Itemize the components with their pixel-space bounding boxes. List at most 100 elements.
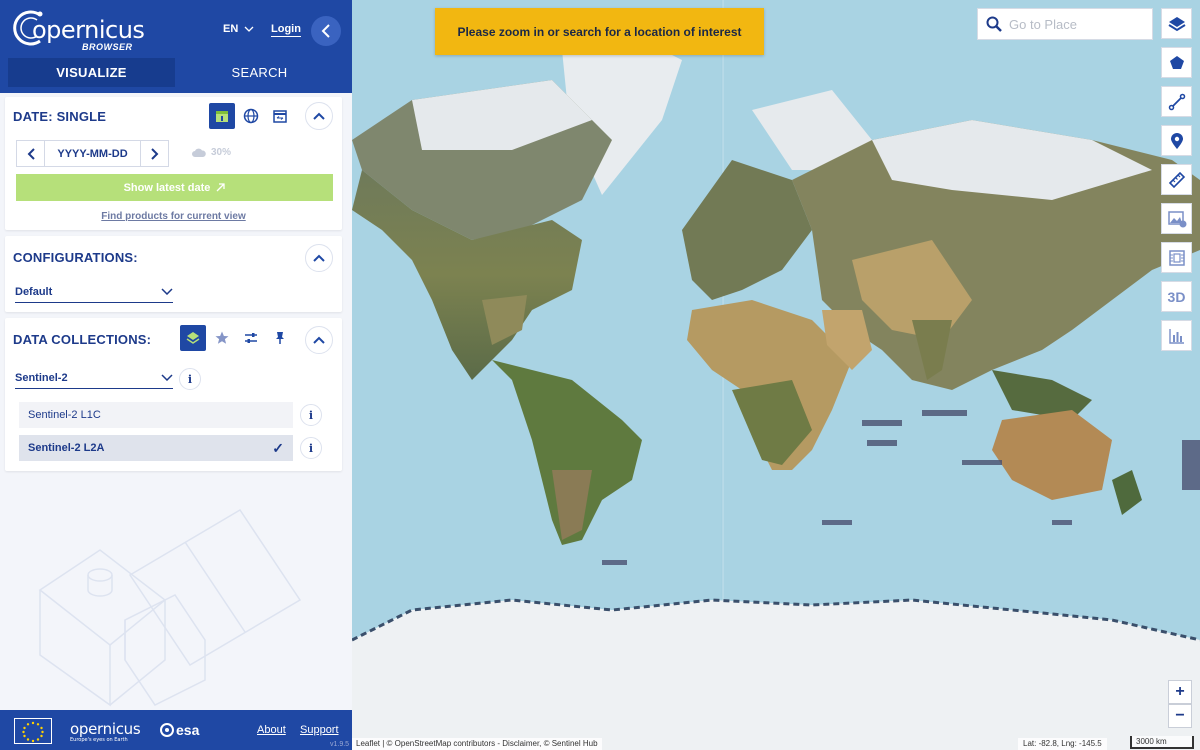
chevron-up-icon — [313, 112, 325, 120]
pin-icon — [1170, 132, 1183, 149]
collections-layers-button[interactable] — [180, 325, 206, 351]
satellite-illustration — [38, 508, 302, 707]
cloud-coverage-value: 30% — [211, 147, 232, 158]
3d-view-button[interactable]: 3D — [1161, 281, 1192, 312]
chevron-down-icon — [161, 374, 173, 381]
calendar-range-icon — [273, 110, 287, 123]
collection-item-sentinel-2-l1c[interactable]: Sentinel-2 L1C — [19, 402, 293, 428]
cloud-icon — [192, 148, 206, 157]
draw-polygon-button[interactable] — [1161, 47, 1192, 78]
cloud-coverage-filter[interactable]: 30% — [191, 147, 231, 158]
login-link[interactable]: Login — [271, 23, 301, 37]
zoom-out-button[interactable]: − — [1168, 704, 1192, 728]
layers-icon — [186, 332, 200, 344]
footer-copernicus-logo: opernicus Europe's eyes on Earth — [70, 720, 141, 743]
measure-button[interactable] — [1161, 164, 1192, 195]
single-date-button[interactable] — [209, 103, 235, 129]
date-panel-title: DATE: SINGLE — [13, 109, 107, 124]
configuration-select[interactable]: Default — [15, 281, 173, 303]
histogram-button[interactable] — [1161, 320, 1192, 351]
chevron-left-icon — [27, 147, 35, 160]
draw-marker-button[interactable] — [1161, 125, 1192, 156]
brand-name: opernicus — [32, 16, 145, 44]
chevron-right-icon — [150, 147, 158, 160]
esa-mark-icon — [160, 723, 174, 737]
chevron-up-icon — [313, 254, 325, 262]
tab-search[interactable]: SEARCH — [175, 58, 344, 87]
histogram-icon — [1168, 328, 1184, 344]
footer-brand: opernicus — [70, 720, 141, 738]
esa-logo: esa — [160, 722, 199, 738]
configuration-selected-value: Default — [15, 285, 53, 298]
zoom-in-notice: Please zoom in or search for a location … — [435, 8, 764, 55]
map-canvas[interactable]: Please zoom in or search for a location … — [352, 0, 1200, 750]
data-collections-panel-title: DATA COLLECTIONS: — [13, 332, 152, 347]
polygon-icon — [1169, 55, 1184, 69]
collection-info-button[interactable]: i — [179, 368, 201, 390]
search-input[interactable] — [1009, 16, 1139, 32]
esa-label: esa — [176, 722, 200, 738]
arrow-up-right-icon — [216, 183, 226, 192]
eu-stars-icon — [22, 721, 44, 743]
collapse-sidebar-button[interactable] — [311, 16, 341, 46]
checkmark-icon: ✓ — [272, 439, 284, 456]
image-download-icon — [1167, 210, 1186, 227]
language-selector[interactable]: EN — [223, 23, 254, 35]
about-link[interactable]: About — [257, 724, 286, 736]
favorites-button[interactable] — [209, 325, 235, 351]
collection-item-label: Sentinel-2 L1C — [28, 409, 101, 421]
collapse-date-panel-button[interactable] — [305, 102, 333, 130]
zoom-in-button[interactable]: + — [1168, 680, 1192, 704]
ruler-icon — [1168, 171, 1185, 188]
tab-visualize[interactable]: VISUALIZE — [8, 58, 175, 87]
configurations-panel: CONFIGURATIONS: Default — [5, 236, 342, 312]
top-header: opernicus BROWSER EN Login VISUALIZE SEA… — [0, 0, 352, 93]
collapse-configurations-button[interactable] — [305, 244, 333, 272]
cursor-coordinates: Lat: -82.8, Lng: -145.5 — [1018, 738, 1107, 750]
sidebar: opernicus BROWSER EN Login VISUALIZE SEA… — [0, 0, 352, 750]
collection-select[interactable]: Sentinel-2 — [15, 367, 173, 389]
collection-selected-value: Sentinel-2 — [15, 371, 68, 384]
pin-icon — [276, 332, 284, 344]
pins-button[interactable] — [267, 325, 293, 351]
image-download-button[interactable] — [1161, 203, 1192, 234]
configurations-panel-title: CONFIGURATIONS: — [13, 250, 138, 265]
date-picker[interactable]: YYYY-MM-DD — [16, 140, 169, 167]
world-map-imagery — [352, 0, 1200, 750]
l1c-info-button[interactable]: i — [300, 404, 322, 426]
data-collections-panel: DATA COLLECTIONS: Sentinel-2 i Sentinel-… — [5, 318, 342, 471]
brand-subtitle: BROWSER — [82, 42, 133, 52]
next-date-button[interactable] — [140, 141, 168, 166]
previous-date-button[interactable] — [17, 141, 45, 166]
mosaic-date-button[interactable] — [238, 103, 264, 129]
collection-item-sentinel-2-l2a[interactable]: Sentinel-2 L2A ✓ — [19, 435, 293, 461]
chevron-left-icon — [321, 24, 330, 38]
chevron-down-icon — [244, 26, 254, 32]
date-panel: DATE: SINGLE YYYY-MM-DD 30% Show latest … — [5, 97, 342, 230]
date-value[interactable]: YYYY-MM-DD — [45, 148, 140, 160]
line-icon — [1168, 93, 1185, 110]
language-label: EN — [223, 23, 239, 35]
compare-button[interactable] — [238, 325, 264, 351]
l2a-info-button[interactable]: i — [300, 437, 322, 459]
layers-tool-button[interactable] — [1161, 8, 1192, 39]
support-link[interactable]: Support — [300, 724, 339, 736]
date-range-button[interactable] — [267, 103, 293, 129]
footer: opernicus Europe's eyes on Earth esa Abo… — [0, 710, 352, 750]
3d-icon: 3D — [1167, 288, 1186, 305]
show-latest-date-button[interactable]: Show latest date — [16, 174, 333, 201]
collapse-data-collections-button[interactable] — [305, 326, 333, 354]
chevron-down-icon — [161, 288, 173, 295]
layers-icon — [1167, 16, 1186, 31]
collection-item-label: Sentinel-2 L2A — [28, 442, 105, 454]
copernicus-logo[interactable]: opernicus BROWSER — [10, 8, 145, 54]
eu-flag-logo — [14, 718, 52, 744]
map-attribution[interactable]: Leaflet | © OpenStreetMap contributors -… — [352, 738, 602, 750]
draw-line-button[interactable] — [1161, 86, 1192, 117]
version-label: v1.9.5 — [330, 741, 350, 748]
find-products-link[interactable]: Find products for current view — [5, 211, 342, 222]
timelapse-button[interactable] — [1161, 242, 1192, 273]
chevron-up-icon — [313, 336, 325, 344]
star-icon — [215, 331, 229, 344]
go-to-place-search[interactable] — [977, 8, 1153, 40]
